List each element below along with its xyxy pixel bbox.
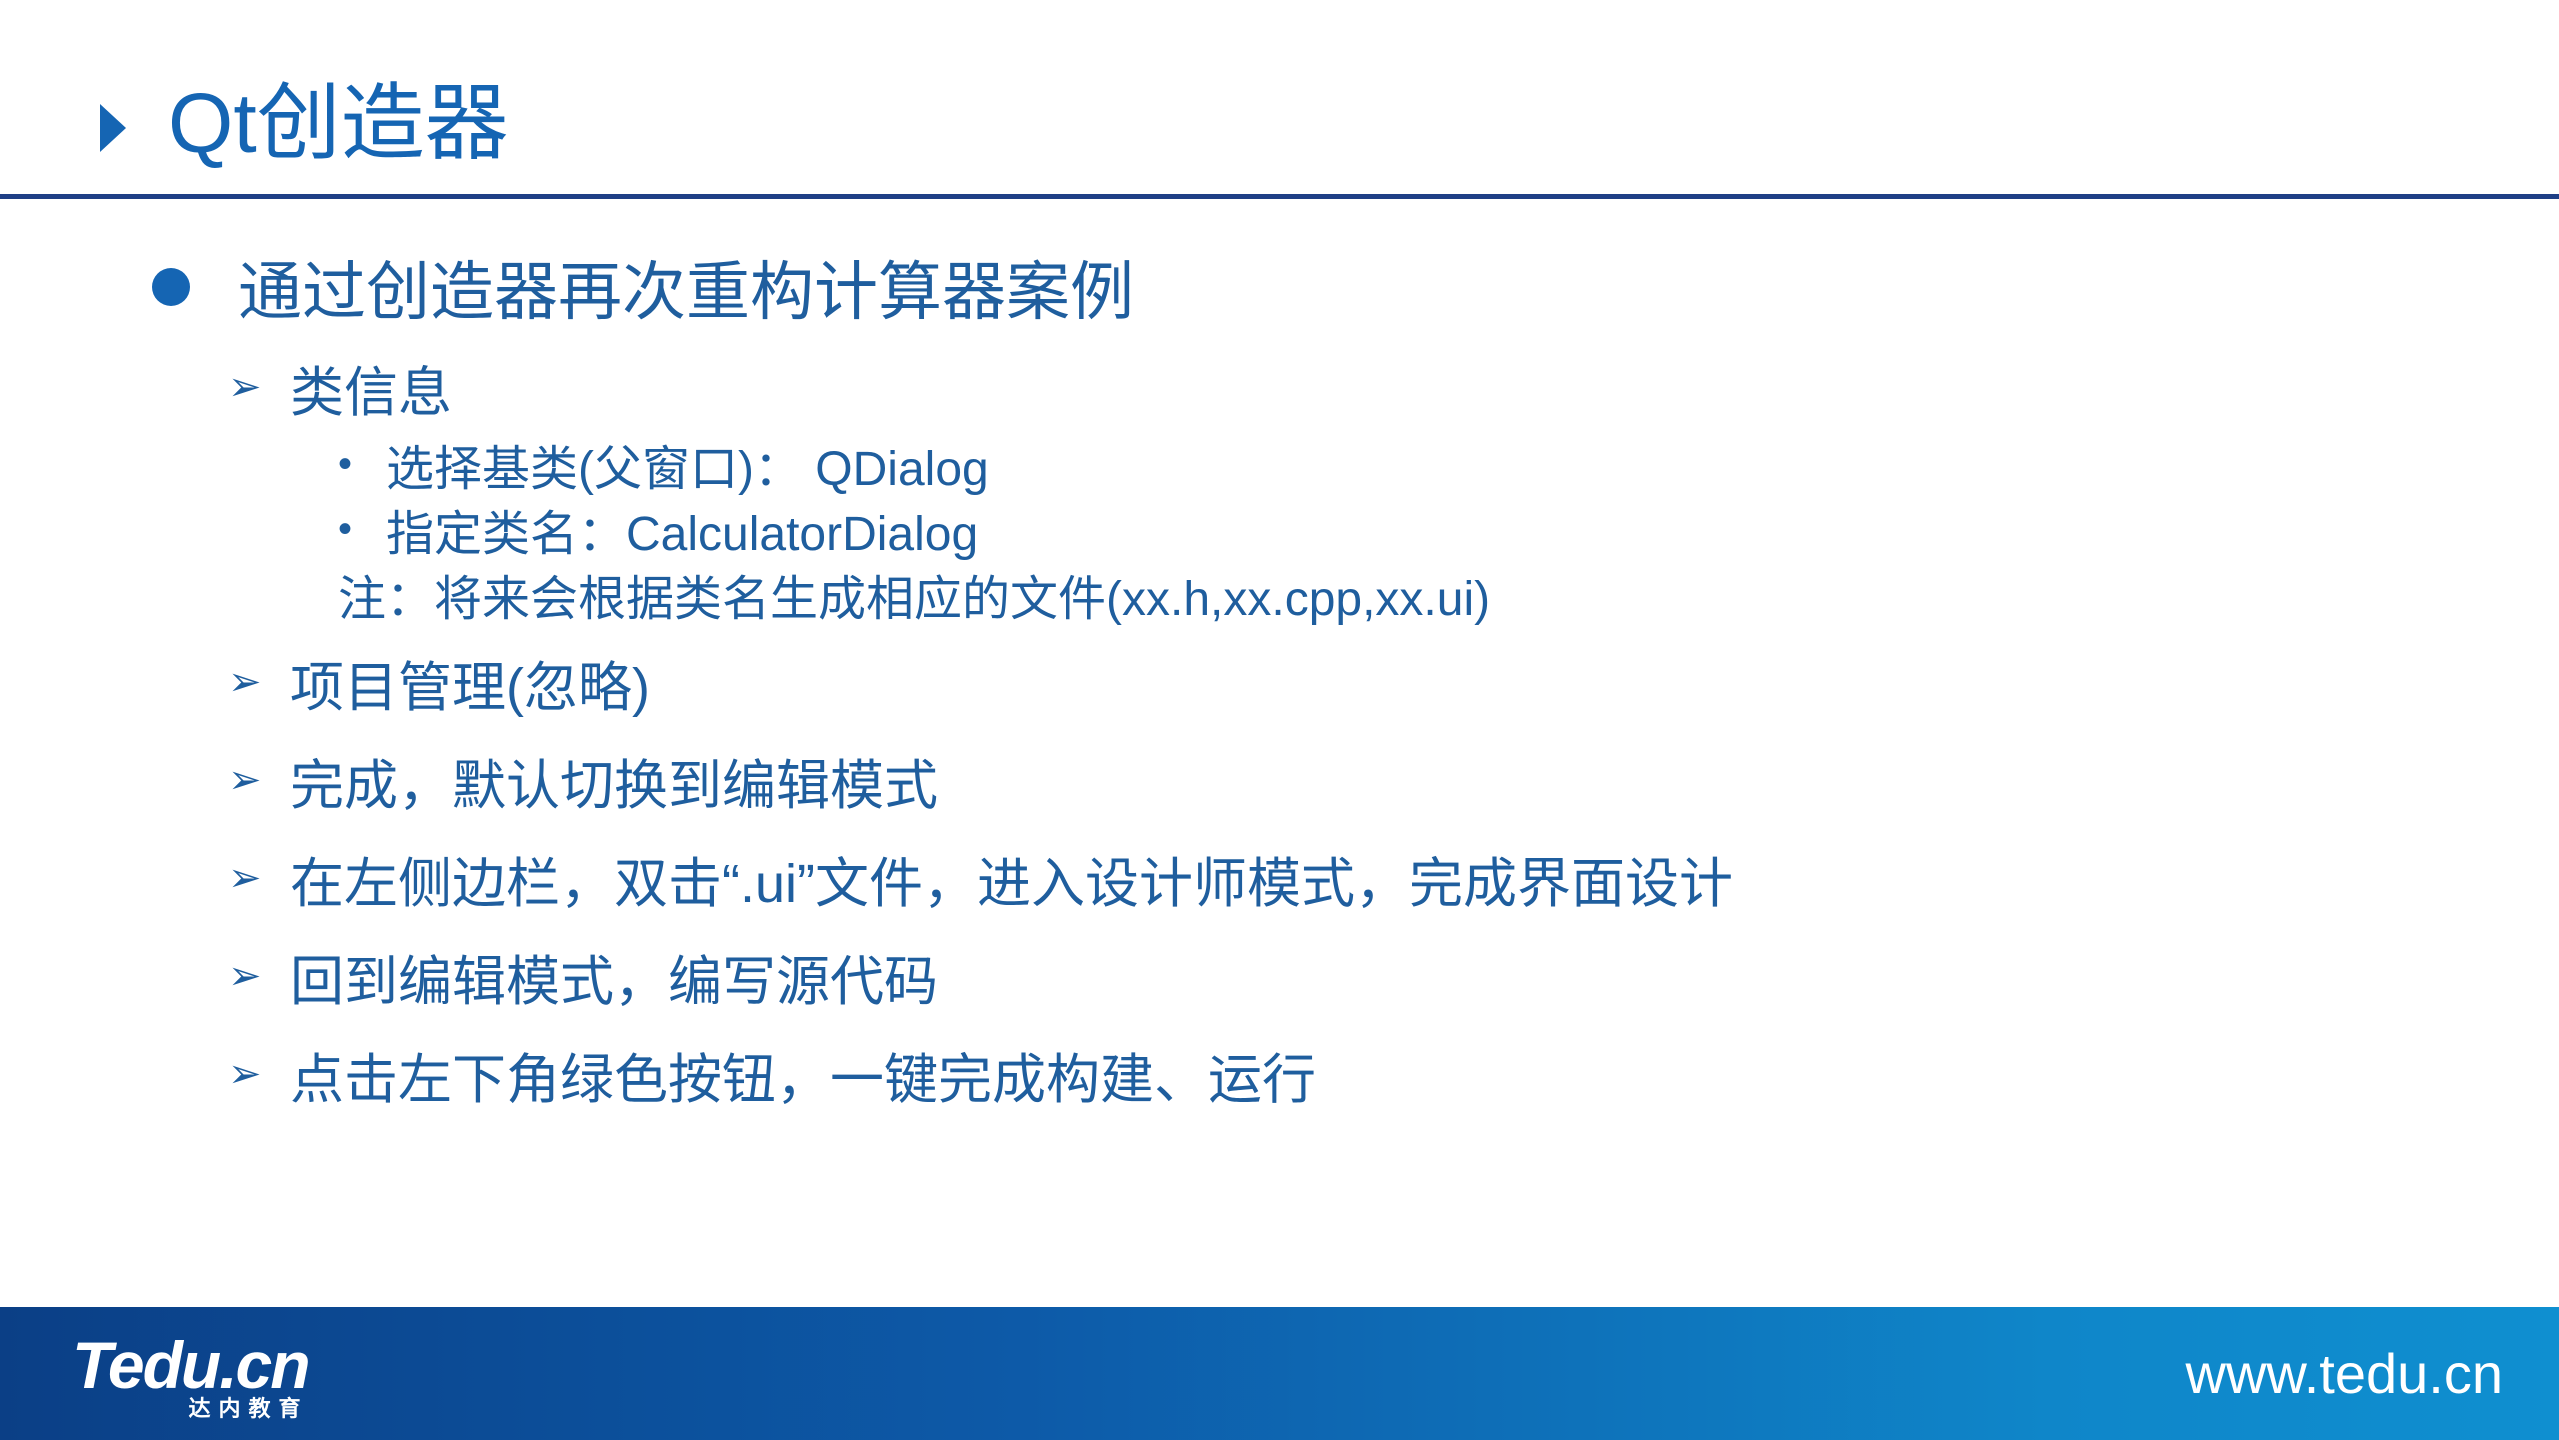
arrowhead-bullet-icon: ➢ — [228, 856, 262, 900]
small-dot-icon: • — [338, 441, 353, 486]
tedu-logo: Tedu.cn 达内教育 — [72, 1328, 311, 1421]
step-label: 在左侧边栏，双击“.ui”文件，进入设计师模式，完成界面设计 — [290, 853, 1733, 914]
note-line: 注：将来会根据类名生成相应的文件(xx.h,xx.cpp,xx.ui) — [338, 564, 1490, 626]
step-label: 完成，默认切换到编辑模式 — [290, 755, 938, 816]
logo-text: Tedu.cn — [72, 1328, 311, 1402]
website-url: www.tedu.cn — [2185, 1342, 2504, 1405]
note-text: 注：将来会根据类名生成相应的文件(xx.h,xx.cpp,xx.ui) — [338, 573, 1491, 626]
arrowhead-bullet-icon: ➢ — [228, 954, 262, 998]
sub-item-text: 指定类名：CalculatorDialog — [386, 508, 979, 561]
step-label: 项目管理(忽略) — [290, 657, 650, 718]
filled-circle-icon — [152, 268, 190, 306]
arrowhead-bullet-icon: ➢ — [228, 365, 262, 409]
arrowhead-bullet-icon: ➢ — [228, 660, 262, 704]
main-bullet-point: 通过创造器再次重构计算器案例 — [152, 242, 1134, 332]
step-item: ➢ 类信息 — [228, 352, 452, 423]
sub-item: • 选择基类(父窗口)： QDialog — [338, 434, 989, 497]
step-label: 回到编辑模式，编写源代码 — [290, 951, 938, 1012]
small-dot-icon: • — [338, 506, 353, 551]
step-label: 类信息 — [290, 362, 452, 423]
step-label: 点击左下角绿色按钮，一键完成构建、运行 — [290, 1049, 1316, 1110]
step-item: ➢ 完成，默认切换到编辑模式 — [228, 745, 938, 816]
footer-bar: Tedu.cn 达内教育 www.tedu.cn — [0, 1307, 2559, 1440]
arrowhead-bullet-icon: ➢ — [228, 1052, 262, 1096]
step-item: ➢ 在左侧边栏，双击“.ui”文件，进入设计师模式，完成界面设计 — [228, 843, 1733, 914]
sub-item: • 指定类名：CalculatorDialog — [338, 499, 978, 562]
main-point-text: 通过创造器再次重构计算器案例 — [238, 256, 1134, 328]
step-item: ➢ 回到编辑模式，编写源代码 — [228, 941, 938, 1012]
sub-item-text: 选择基类(父窗口)： QDialog — [386, 443, 989, 496]
step-item: ➢ 点击左下角绿色按钮，一键完成构建、运行 — [228, 1039, 1316, 1110]
slide-content: 通过创造器再次重构计算器案例 ➢ 类信息 • 选择基类(父窗口)： QDialo… — [0, 0, 2559, 1300]
step-item: ➢ 项目管理(忽略) — [228, 647, 650, 718]
arrowhead-bullet-icon: ➢ — [228, 758, 262, 802]
slide: Qt创造器 通过创造器再次重构计算器案例 ➢ 类信息 • 选择基类(父窗口)： … — [0, 0, 2559, 1440]
